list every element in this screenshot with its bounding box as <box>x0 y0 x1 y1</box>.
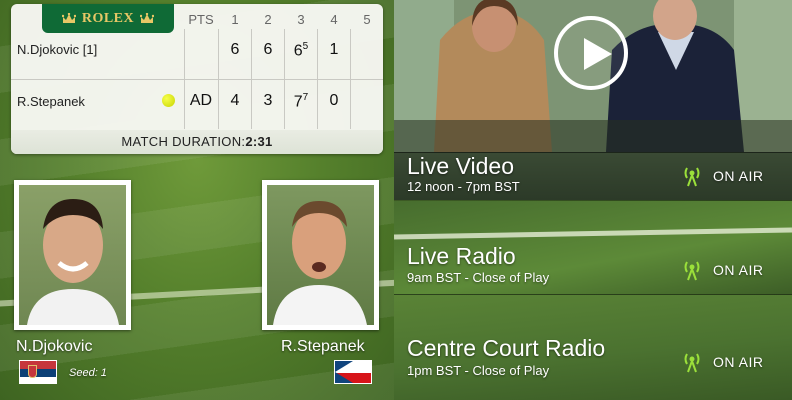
serbia-flag-icon <box>19 360 57 384</box>
header-set-3: 3 <box>297 12 305 27</box>
player-2-photo[interactable] <box>262 180 379 330</box>
player-1-card-name: N.Djokovic <box>16 338 93 355</box>
media-panel: Live Video 12 noon - 7pm BST ON AIR Live… <box>394 0 792 400</box>
sponsor-logo-text: ROLEX <box>81 10 135 26</box>
feed-row-live-radio[interactable]: Live Radio 9am BST - Close of Play ON AI… <box>394 200 792 294</box>
player-2-set-1: 4 <box>230 92 240 109</box>
match-duration: MATCH DURATION:2:31 <box>11 130 383 154</box>
player-2-set-2: 3 <box>263 92 273 109</box>
header-set-2: 2 <box>264 12 272 27</box>
video-preview[interactable] <box>394 0 792 152</box>
duration-label: MATCH DURATION: <box>121 134 246 149</box>
tiebreak-score: 7 <box>302 92 309 103</box>
court-line <box>394 227 792 240</box>
feed-time: 1pm BST - Close of Play <box>407 363 550 378</box>
feed-time: 9am BST - Close of Play <box>407 270 550 285</box>
broadcast-antenna-icon <box>684 167 700 187</box>
player-1-name: N.Djokovic [1] <box>17 42 98 57</box>
feed-title: Live Radio <box>407 243 516 269</box>
sponsor-banner: ROLEX <box>42 4 174 33</box>
feed-title: Live Video <box>407 153 514 179</box>
player-1-seed: Seed: 1 <box>69 367 107 379</box>
feed-row-live-video[interactable]: Live Video 12 noon - 7pm BST ON AIR <box>394 152 792 200</box>
player-2-name: R.Stepanek <box>17 94 85 109</box>
on-air-indicator: ON AIR <box>681 351 763 373</box>
player-2-card-name: R.Stepanek <box>281 338 365 355</box>
divider <box>11 79 383 80</box>
player-1-set-2: 6 <box>263 41 273 58</box>
header-set-1: 1 <box>231 12 239 27</box>
player-1-portrait <box>19 185 126 325</box>
player-portrait-icon <box>273 201 367 325</box>
player-1-set-4: 1 <box>329 41 339 58</box>
on-air-indicator: ON AIR <box>681 259 763 281</box>
player-2-set-3: 77 <box>293 92 309 111</box>
player-portrait-icon <box>27 199 119 325</box>
player-2-portrait <box>267 185 374 325</box>
serving-ball-icon <box>162 94 175 107</box>
duration-value: 2:31 <box>245 134 273 149</box>
play-button[interactable] <box>554 16 628 90</box>
on-air-indicator: ON AIR <box>681 165 763 187</box>
player-1-set-1: 6 <box>230 41 240 58</box>
feed-time: 12 noon - 7pm BST <box>407 179 520 194</box>
on-air-label: ON AIR <box>713 262 764 278</box>
on-air-label: ON AIR <box>713 354 764 370</box>
scoreboard[interactable]: ROLEX PTS 1 2 3 4 5 N.Djokovic [1] 6 6 6… <box>11 4 383 154</box>
header-set-5: 5 <box>363 12 371 27</box>
feed-row-centre-court-radio[interactable]: Centre Court Radio 1pm BST - Close of Pl… <box>394 294 792 400</box>
crown-icon <box>140 12 155 23</box>
crown-icon <box>61 12 76 23</box>
player-1-set-3: 65 <box>293 41 309 60</box>
match-panel: ROLEX PTS 1 2 3 4 5 N.Djokovic [1] 6 6 6… <box>0 0 394 400</box>
header-set-4: 4 <box>330 12 338 27</box>
player-2-set-4: 0 <box>329 92 339 109</box>
header-pts: PTS <box>188 12 214 27</box>
broadcast-antenna-icon <box>684 353 700 373</box>
czech-flag-icon <box>334 360 372 384</box>
player-2-points: AD <box>189 92 213 109</box>
tiebreak-score: 5 <box>302 41 309 52</box>
on-air-label: ON AIR <box>713 168 764 184</box>
player-1-photo[interactable] <box>14 180 131 330</box>
feed-title: Centre Court Radio <box>407 335 606 361</box>
broadcast-antenna-icon <box>684 261 700 281</box>
